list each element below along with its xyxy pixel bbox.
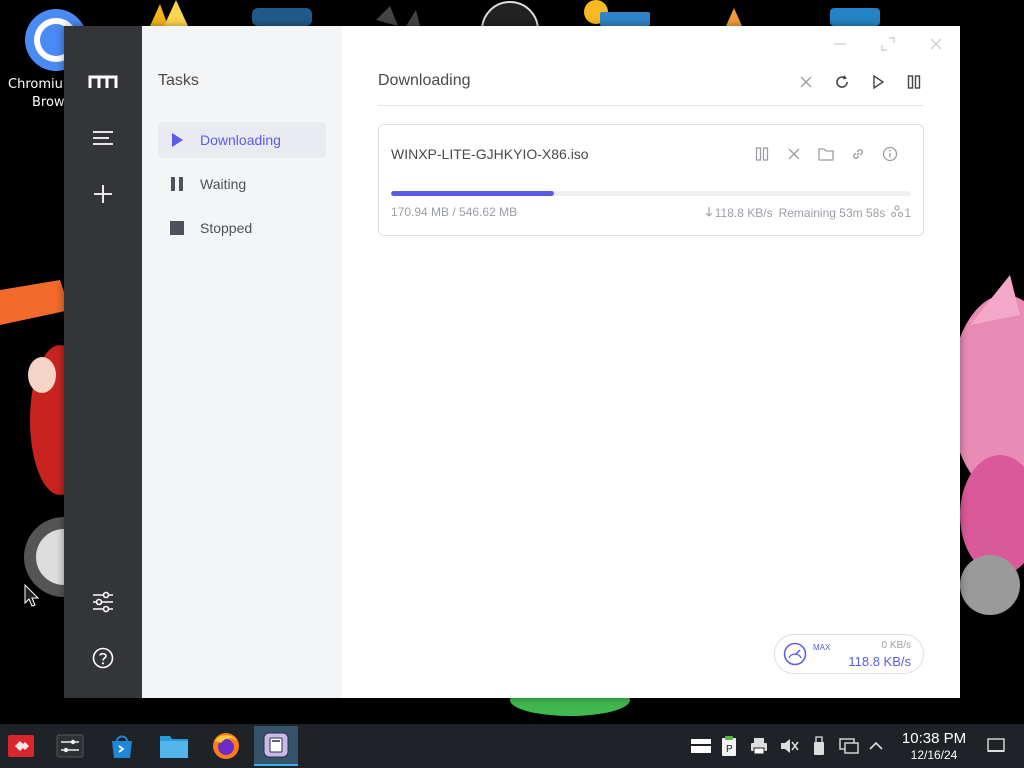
- desktop-icon-partial-3[interactable]: [376, 0, 420, 26]
- stop-icon: [170, 221, 184, 235]
- chromium-label-line1: Chromium: [8, 77, 70, 92]
- desktop-icon-partial-1[interactable]: [140, 0, 200, 26]
- clock-time: 10:38 PM: [901, 730, 967, 747]
- task-connections: 1: [904, 205, 911, 220]
- add-icon[interactable]: [83, 174, 123, 214]
- refresh-icon[interactable]: [830, 70, 854, 94]
- nav-item-waiting[interactable]: Waiting: [158, 166, 326, 202]
- info-icon[interactable]: [879, 143, 901, 165]
- taskbar: P 10:38 PM 12/16/24: [0, 724, 1024, 768]
- pause-icon[interactable]: [751, 143, 773, 165]
- pause-icon: [170, 177, 184, 191]
- nav-item-downloading[interactable]: Downloading: [158, 122, 326, 158]
- store-icon[interactable]: [100, 726, 144, 766]
- nav-item-label: Downloading: [200, 132, 281, 148]
- motrix-icon[interactable]: [254, 726, 298, 766]
- usb-icon[interactable]: [804, 733, 834, 759]
- delete-tasks-close-icon[interactable]: [794, 70, 818, 94]
- printer-icon[interactable]: [744, 733, 774, 759]
- folder-icon[interactable]: [815, 143, 837, 165]
- volume-muted-icon[interactable]: [774, 733, 804, 759]
- clock[interactable]: 10:38 PM 12/16/24: [892, 730, 976, 762]
- minimize-icon[interactable]: [828, 32, 852, 56]
- task-subnav: Tasks Downloading Waiting Stopped: [142, 26, 342, 698]
- desktop-icon-partial-4[interactable]: [480, 0, 540, 59]
- chevron-up-icon[interactable]: [864, 733, 888, 759]
- download-speed: 118.8 KB/s: [848, 654, 911, 669]
- task-remaining: Remaining 53m 58s: [778, 205, 886, 220]
- task-actions: [751, 143, 901, 165]
- menu-icon[interactable]: [83, 118, 123, 158]
- logo-icon[interactable]: [83, 62, 123, 102]
- link-icon[interactable]: [847, 143, 869, 165]
- show-desktop-icon[interactable]: [986, 736, 1008, 756]
- nav-item-label: Waiting: [200, 176, 247, 192]
- help-icon[interactable]: [83, 638, 123, 678]
- wallpaper-shape-left-red: [20, 340, 90, 500]
- title-divider: [378, 105, 924, 106]
- play-icon: [170, 133, 184, 147]
- subnav-title: Tasks: [158, 72, 199, 89]
- desktop-icon-partial-7[interactable]: [830, 0, 882, 26]
- clipboard-icon[interactable]: P: [714, 733, 744, 759]
- settings-icon[interactable]: [48, 726, 92, 766]
- desktop-icon-partial-2[interactable]: [252, 0, 314, 26]
- pause-all-pause-icon[interactable]: [902, 70, 926, 94]
- system-tray: P: [688, 724, 888, 768]
- app-sidebar: [64, 26, 142, 698]
- desktop-icon-partial-6[interactable]: [718, 0, 748, 26]
- mouse-cursor-icon: [24, 583, 40, 608]
- wallpaper-shape-left: [0, 270, 70, 330]
- speedometer[interactable]: MAX 0 KB/s 118.8 KB/s: [774, 634, 924, 674]
- network-icon[interactable]: [834, 733, 864, 759]
- close-icon[interactable]: [783, 143, 805, 165]
- window-close-icon[interactable]: [924, 32, 948, 56]
- task-speed: 118.8 KB/s: [714, 205, 773, 220]
- nav-item-stopped[interactable]: Stopped: [158, 210, 326, 246]
- firefox-icon[interactable]: [204, 726, 248, 766]
- connections-icon: [891, 205, 904, 220]
- motrix-window: Tasks Downloading Waiting Stopped Downlo…: [64, 26, 960, 698]
- progress-bar: [391, 191, 911, 196]
- file-manager-icon[interactable]: [152, 726, 196, 766]
- display-icon[interactable]: [688, 733, 714, 759]
- svg-text:P: P: [726, 744, 733, 755]
- resume-all-play-icon[interactable]: [866, 70, 890, 94]
- upload-speed: 0 KB/s: [881, 640, 911, 651]
- wallpaper-shape-right: [950, 255, 1024, 625]
- progress-fill: [391, 191, 554, 196]
- speed-max-label: MAX: [813, 643, 831, 652]
- page-title: Downloading: [378, 72, 471, 89]
- download-arrow-icon: [705, 206, 713, 220]
- clock-date: 12/16/24: [910, 748, 958, 762]
- task-item[interactable]: WINXP-LITE-GJHKYIO-X86.iso 170.94 MB / 5…: [378, 124, 924, 236]
- preferences-icon[interactable]: [83, 582, 123, 622]
- main-panel: Downloading WINXP-LITE-GJHKYIO-X86.iso 1…: [342, 26, 960, 698]
- desktop-icon-partial-5[interactable]: [580, 0, 652, 26]
- application-launcher-icon[interactable]: [0, 726, 42, 766]
- task-name: WINXP-LITE-GJHKYIO-X86.iso: [391, 146, 589, 162]
- task-size: 170.94 MB / 546.62 MB: [391, 205, 518, 219]
- wallpaper-shape-bottom: [500, 684, 640, 724]
- speedometer-icon: [783, 642, 807, 666]
- task-meta: 118.8 KB/s Remaining 53m 58s 1: [705, 205, 911, 220]
- task-toolbar: [794, 70, 926, 94]
- nav-item-label: Stopped: [200, 220, 253, 236]
- maximize-icon[interactable]: [876, 32, 900, 56]
